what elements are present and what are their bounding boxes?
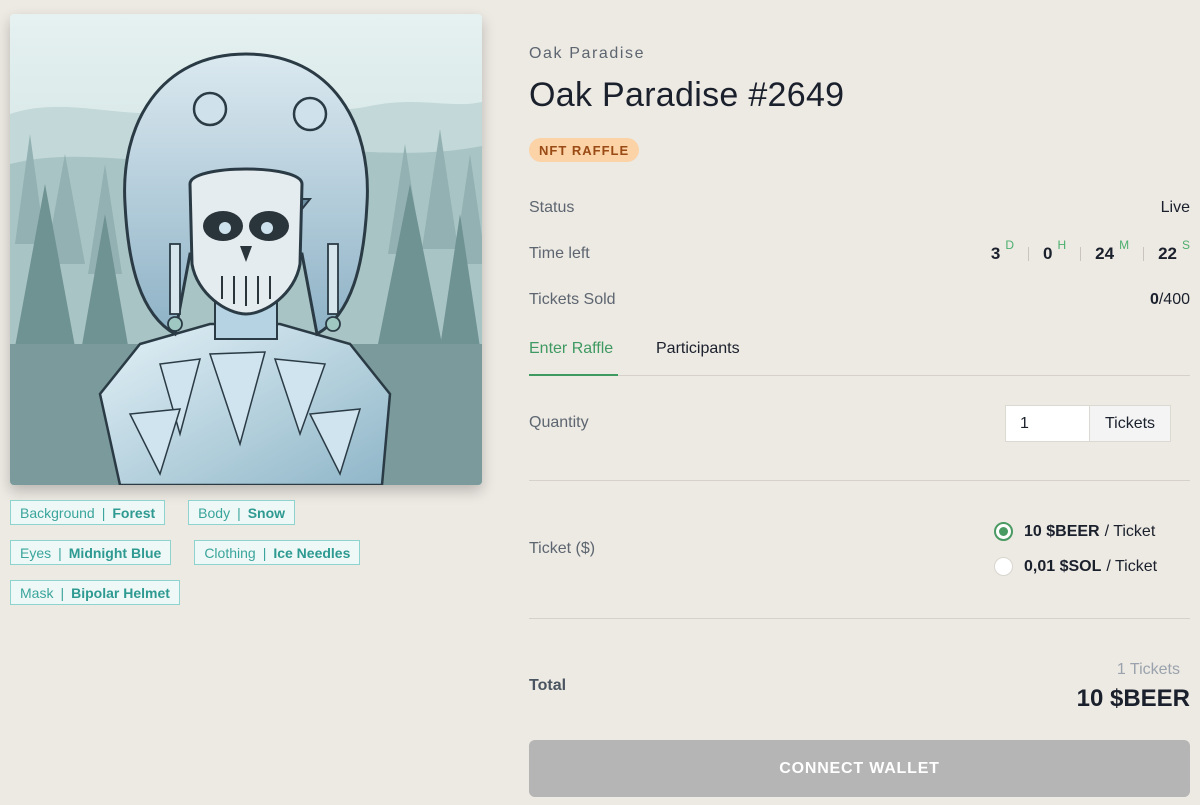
time-left-row: Time left 3 D 0 H 24 M 22 S xyxy=(529,238,1190,266)
price-option-suffix: / Ticket xyxy=(1106,557,1158,575)
tickets-total: /400 xyxy=(1158,291,1190,308)
price-option-amount: 10 $BEER xyxy=(1024,522,1100,540)
trait-value: Ice Needles xyxy=(273,544,351,561)
trait-value: Midnight Blue xyxy=(68,544,162,561)
quantity-input[interactable] xyxy=(1006,406,1089,441)
trait-separator: | xyxy=(262,544,267,561)
trait-type: Background xyxy=(20,504,95,521)
section-divider xyxy=(529,480,1190,481)
price-option-suffix: / Ticket xyxy=(1104,522,1156,540)
tab-participants[interactable]: Participants xyxy=(656,340,740,376)
minutes-value: 24 xyxy=(1095,244,1115,263)
minutes-unit: M xyxy=(1119,238,1130,252)
trait-value: Bipolar Helmet xyxy=(71,584,170,601)
price-option-beer[interactable]: 10 $BEER / Ticket xyxy=(994,522,1155,541)
trait-type: Clothing xyxy=(204,544,256,561)
status-row: Status Live xyxy=(529,196,1190,220)
price-option-amount: 0,01 $SOL xyxy=(1024,557,1102,575)
hours-unit: H xyxy=(1057,238,1067,252)
total-ticket-count: 1 Tickets xyxy=(1116,661,1180,678)
page-title: Oak Paradise #2649 xyxy=(529,76,845,114)
trait-background: Background | Forest xyxy=(10,500,166,525)
trait-mask: Mask | Bipolar Helmet xyxy=(10,580,180,605)
trait-separator: | xyxy=(237,504,241,521)
raffle-type-badge: NFT RAFFLE xyxy=(529,138,640,162)
connect-wallet-button[interactable]: CONNECT WALLET xyxy=(529,740,1190,797)
countdown-minutes: 24 M xyxy=(1095,238,1129,264)
status-value: Live xyxy=(1160,199,1190,216)
seconds-value: 22 xyxy=(1158,244,1177,263)
collection-name[interactable]: Oak Paradise xyxy=(529,45,645,63)
countdown-hours: 0 H xyxy=(1043,238,1066,264)
trait-value: Forest xyxy=(112,504,156,521)
radio-unselected-icon[interactable] xyxy=(994,557,1013,576)
trait-separator: | xyxy=(60,584,65,601)
countdown-divider xyxy=(1028,247,1029,261)
nft-artwork xyxy=(10,14,482,485)
status-label: Status xyxy=(529,199,575,216)
countdown-divider xyxy=(1080,247,1082,261)
tickets-sold-count: 0 xyxy=(1149,291,1159,308)
countdown-divider xyxy=(1143,247,1145,261)
quantity-label: Quantity xyxy=(529,414,589,431)
radio-selected-icon[interactable] xyxy=(994,522,1013,541)
total-label: Total xyxy=(529,677,567,694)
trait-type: Mask xyxy=(20,584,54,601)
trait-body: Body | Snow xyxy=(188,500,296,525)
trait-list: Background | Forest Body | Snow Eyes | M… xyxy=(10,500,482,620)
trait-type: Eyes xyxy=(20,544,52,561)
trait-value: Snow xyxy=(247,504,286,521)
trait-separator: | xyxy=(101,504,106,521)
tab-enter-raffle[interactable]: Enter Raffle xyxy=(529,340,618,376)
countdown-timer: 3 D 0 H 24 M 22 S xyxy=(990,238,1190,264)
seconds-unit: S xyxy=(1181,238,1190,252)
countdown-days: 3 D xyxy=(990,238,1014,264)
time-left-label: Time left xyxy=(529,245,590,262)
total-amount: 10 $BEER xyxy=(1076,685,1190,712)
ticket-price-label: Ticket ($) xyxy=(529,540,596,557)
quantity-unit-addon: Tickets xyxy=(1089,406,1170,441)
days-value: 3 xyxy=(990,244,1001,263)
trait-clothing: Clothing | Ice Needles xyxy=(194,540,361,565)
trait-eyes: Eyes | Midnight Blue xyxy=(10,540,172,565)
quantity-group: Tickets xyxy=(1005,405,1171,442)
tickets-sold-value: 0/400 xyxy=(1150,291,1190,309)
hours-value: 0 xyxy=(1043,244,1053,263)
tickets-sold-label: Tickets Sold xyxy=(529,291,616,308)
raffle-tabs: Enter Raffle Participants xyxy=(529,332,1190,376)
trait-type: Body xyxy=(198,504,231,521)
tickets-sold-row: Tickets Sold 0/400 xyxy=(529,288,1190,312)
price-option-sol[interactable]: 0,01 $SOL / Ticket xyxy=(994,557,1157,576)
section-divider xyxy=(529,618,1190,619)
trait-separator: | xyxy=(58,544,62,561)
countdown-seconds: 22 S xyxy=(1158,238,1190,264)
days-unit: D xyxy=(1005,238,1014,252)
